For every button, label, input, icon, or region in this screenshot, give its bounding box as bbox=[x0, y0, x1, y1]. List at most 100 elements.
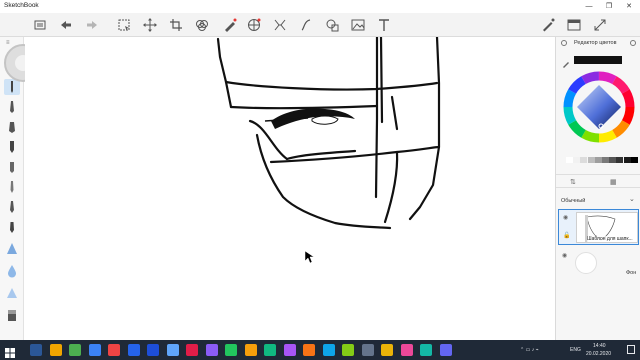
eyedropper-icon[interactable] bbox=[562, 55, 570, 68]
taskbar-app-icon[interactable] bbox=[283, 344, 296, 356]
triangle-icon[interactable] bbox=[4, 285, 20, 301]
windows-taskbar: ⌃ ▭ ♪ ⌁ ENG 14:40 20.02.2020 bbox=[0, 340, 640, 360]
crop-icon[interactable] bbox=[168, 17, 184, 33]
sketchbook-window: SketchBook — ❐ ✕ ≡ Редактор цветов ⇅ ▦ О… bbox=[0, 0, 640, 360]
palette-swatch[interactable] bbox=[616, 157, 624, 163]
taskbar-app-icon[interactable] bbox=[264, 344, 276, 356]
taskbar-app-icon[interactable] bbox=[361, 344, 374, 356]
taskbar-app-icon[interactable] bbox=[147, 344, 159, 356]
move-transform-icon[interactable] bbox=[142, 17, 158, 33]
restore-button[interactable]: ❐ bbox=[599, 0, 619, 13]
palette-swatch[interactable] bbox=[630, 157, 638, 163]
taskbar-app-icon[interactable] bbox=[30, 344, 42, 356]
blur-icon[interactable] bbox=[4, 219, 20, 235]
taskbar-app-icon[interactable] bbox=[439, 344, 452, 356]
undo-icon[interactable] bbox=[58, 17, 74, 33]
color-editor-title: Редактор цветов bbox=[574, 40, 617, 46]
layer-name: Шаблон для шапк... bbox=[587, 236, 633, 242]
minimize-button[interactable]: — bbox=[579, 0, 599, 13]
blend-mode-label[interactable]: Обычный bbox=[561, 198, 585, 204]
redo-icon[interactable] bbox=[84, 17, 100, 33]
right-panel: Редактор цветов ⇅ ▦ Обычный ⌄ ◉ 🔓 Шаблон… bbox=[555, 37, 640, 340]
color-wheel[interactable] bbox=[563, 71, 635, 143]
taskbar-app-icon[interactable] bbox=[342, 344, 354, 356]
ballpoint-icon[interactable] bbox=[4, 99, 20, 115]
triangle-brush-icon[interactable] bbox=[4, 241, 20, 257]
lock-icon[interactable]: 🔓 bbox=[563, 232, 570, 239]
palette-swatch[interactable] bbox=[594, 157, 602, 163]
clock-date[interactable]: 20.02.2020 bbox=[586, 351, 611, 357]
layer-item-background[interactable]: ◉ Фон bbox=[558, 248, 639, 282]
taskbar-app-icon[interactable] bbox=[205, 344, 218, 356]
smudge-icon[interactable] bbox=[4, 199, 20, 215]
taskbar-app-icon[interactable] bbox=[186, 344, 198, 356]
windows-start-icon[interactable] bbox=[5, 345, 15, 358]
cursor-icon bbox=[304, 250, 315, 264]
taskbar-app-icon[interactable] bbox=[225, 344, 237, 356]
main-toolbar bbox=[0, 13, 640, 37]
sliders-icon[interactable]: ⇅ bbox=[570, 178, 576, 186]
fill-icon[interactable] bbox=[324, 17, 340, 33]
select-icon[interactable] bbox=[116, 17, 132, 33]
palette-swatch[interactable] bbox=[573, 157, 581, 163]
ink-pen-icon[interactable] bbox=[4, 179, 20, 195]
gallery-icon[interactable] bbox=[32, 17, 48, 33]
drawing-canvas[interactable] bbox=[25, 37, 555, 340]
eye-icon[interactable]: ◉ bbox=[563, 214, 568, 221]
clock-time[interactable]: 14:40 bbox=[593, 343, 606, 349]
sketch-lines bbox=[216, 37, 441, 264]
water-drop-icon[interactable] bbox=[4, 263, 20, 279]
perspective-icon[interactable] bbox=[272, 17, 288, 33]
text-icon[interactable] bbox=[376, 17, 392, 33]
fullscreen-icon[interactable] bbox=[592, 17, 608, 33]
panel-toggle-icon[interactable] bbox=[561, 40, 567, 46]
pen-icon[interactable] bbox=[540, 17, 556, 33]
taskbar-app-icon[interactable] bbox=[400, 344, 413, 356]
taskbar-app-icon[interactable] bbox=[303, 344, 315, 356]
app-title: SketchBook bbox=[4, 2, 39, 9]
taskbar-app-icon[interactable] bbox=[69, 344, 81, 356]
taskbar-app-icon[interactable] bbox=[49, 344, 62, 356]
close-button[interactable]: ✕ bbox=[619, 0, 639, 13]
image-icon[interactable] bbox=[350, 17, 366, 33]
taskbar-app-icon[interactable] bbox=[166, 344, 179, 356]
panel-close-icon[interactable] bbox=[630, 40, 636, 46]
felt-pen-icon[interactable] bbox=[4, 139, 20, 155]
airbrush-icon[interactable] bbox=[4, 159, 20, 175]
taskbar-app-icon[interactable] bbox=[127, 344, 140, 356]
brush-icon[interactable] bbox=[222, 17, 238, 33]
taskbar-app-icon[interactable] bbox=[244, 344, 257, 356]
panel-tabs: ⇅ ▦ bbox=[556, 174, 640, 188]
grid-icon[interactable] bbox=[246, 17, 262, 33]
taskbar-app-icon[interactable] bbox=[322, 344, 335, 356]
palette-swatch[interactable] bbox=[566, 157, 573, 163]
language-indicator[interactable]: ENG bbox=[570, 347, 581, 353]
left-toolbox: ≡ bbox=[0, 37, 24, 340]
menu-icon[interactable]: ≡ bbox=[6, 40, 10, 46]
taskbar-app-icon[interactable] bbox=[108, 344, 120, 356]
tray-icons[interactable]: ⌃ ▭ ♪ ⌁ bbox=[520, 347, 539, 353]
window-icon[interactable] bbox=[566, 17, 582, 33]
current-color-swatch[interactable] bbox=[574, 56, 622, 64]
palette-swatch[interactable] bbox=[623, 157, 631, 163]
layer-name: Фон bbox=[626, 270, 637, 276]
taskbar-app-icon[interactable] bbox=[88, 344, 101, 356]
taskbar-app-icon[interactable] bbox=[381, 344, 393, 356]
swatches-icon[interactable]: ▦ bbox=[610, 178, 617, 186]
curve-icon[interactable] bbox=[298, 17, 314, 33]
taskbar-app-icon[interactable] bbox=[420, 344, 432, 356]
background-color-swatch[interactable] bbox=[575, 252, 597, 274]
palette-swatch[interactable] bbox=[602, 157, 609, 163]
marker-icon[interactable] bbox=[4, 119, 20, 135]
palette-swatch[interactable] bbox=[580, 157, 588, 163]
color-editor-header: Редактор цветов bbox=[556, 37, 640, 51]
symmetry-icon[interactable] bbox=[194, 17, 210, 33]
eraser-icon[interactable] bbox=[4, 307, 20, 323]
color-wheel-graphic bbox=[563, 71, 635, 143]
chevron-down-icon[interactable]: ⌄ bbox=[629, 195, 635, 203]
palette-swatch[interactable] bbox=[609, 157, 617, 163]
palette-swatch[interactable] bbox=[587, 157, 595, 163]
layer-item[interactable]: ◉ 🔓 Шаблон для шапк... bbox=[558, 209, 639, 245]
notifications-icon[interactable] bbox=[627, 345, 635, 354]
eye-icon[interactable]: ◉ bbox=[562, 252, 567, 259]
